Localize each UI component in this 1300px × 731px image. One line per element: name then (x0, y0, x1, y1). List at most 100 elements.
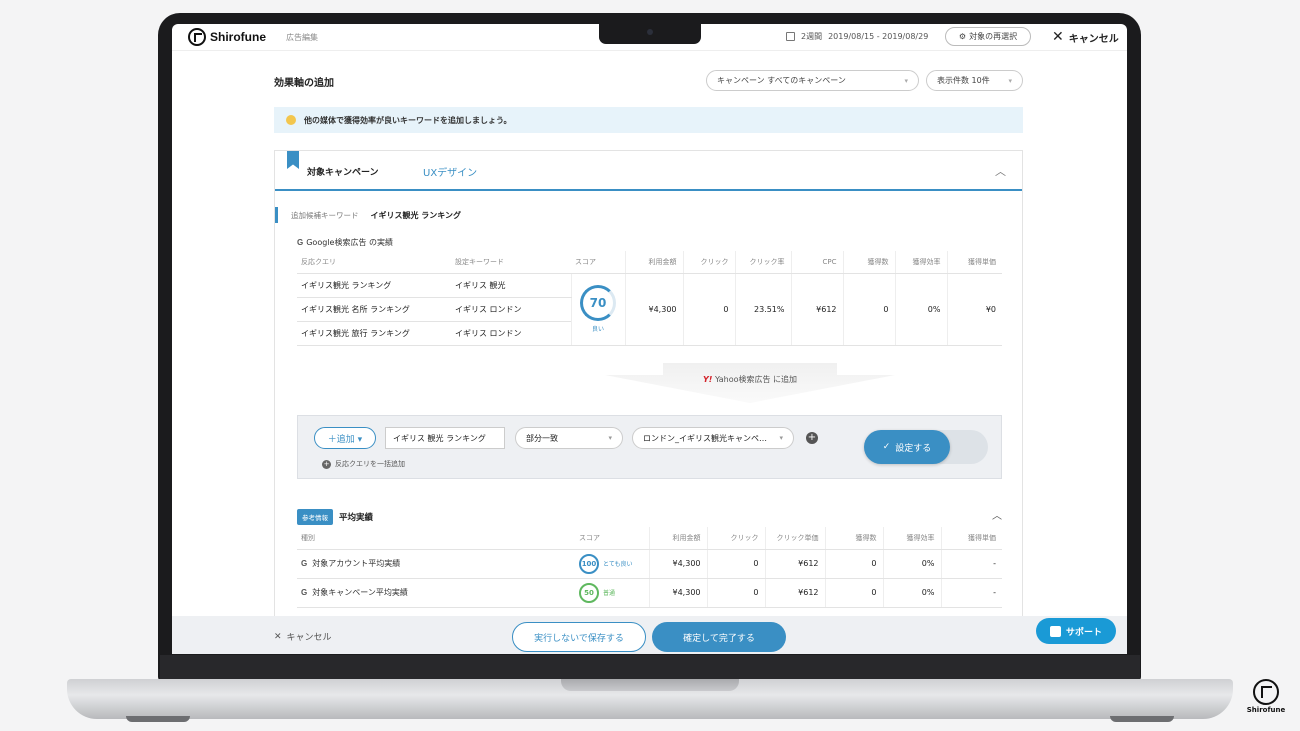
plus-circle-icon: + (322, 459, 331, 469)
app-screen: Shirofune 広告編集 2週間 2019/08/15 - 2019/08/… (172, 24, 1127, 654)
efficiency-cell: 0% (894, 273, 947, 346)
query-cell: イギリス観光 ランキング (297, 273, 451, 298)
footer-cancel-button[interactable]: ✕ キャンセル (274, 630, 332, 644)
campaign-select-value: キャンペーン すべてのキャンペーン (717, 76, 846, 85)
period-label: 2週間 (801, 32, 823, 41)
table-header-row: 種別 スコア 利用金額 クリック クリック単価 獲得数 獲得効率 獲得単価 (297, 527, 1002, 550)
score-cell: 100 とても良い (575, 549, 649, 579)
column-header: 種別 (297, 527, 575, 550)
laptop-opening-notch (561, 679, 739, 691)
header-cancel-button[interactable]: ✕ キャンセル (1052, 29, 1119, 45)
clicks-cell: 0 (706, 549, 765, 579)
reference-title: 平均実績 (339, 513, 374, 523)
count-select-value: 表示件数 10件 (937, 76, 990, 85)
column-header: クリック (706, 527, 765, 550)
column-header: 獲得数 (842, 251, 895, 274)
target-campaign-select-value: ロンドン_イギリス観光キャンペ… (643, 433, 767, 443)
candidate-keyword-value: イギリス観光 ランキング (370, 210, 462, 220)
bulk-add-link[interactable]: + 反応クエリを一括追加 (322, 459, 405, 469)
reselect-target-button[interactable]: ⚙ 対象の再選択 (945, 27, 1031, 46)
chevron-down-icon: ▾ (608, 434, 612, 442)
chevron-down-icon: ▾ (1008, 76, 1012, 85)
target-campaign-select[interactable]: ロンドン_イギリス観光キャンペ… ▾ (632, 427, 794, 449)
efficiency-cell: 0% (882, 549, 941, 579)
close-icon: ✕ (1052, 29, 1064, 45)
bookmark-icon (287, 151, 299, 169)
card-header[interactable]: 対象キャンペーン UXデザイン ︿ (275, 151, 1022, 191)
type-cell: G 対象アカウント平均実績 (297, 549, 575, 579)
calendar-icon (786, 32, 795, 41)
shirofune-logo-icon (188, 28, 206, 46)
add-button[interactable]: ＋追加 ▾ (314, 427, 376, 449)
column-header: スコア (571, 251, 625, 274)
type-name: 対象アカウント平均実績 (312, 559, 401, 568)
column-header: クリック率 (734, 251, 791, 274)
column-header: 獲得単価 (940, 527, 1002, 550)
keyword-cell: イギリス 観光 (451, 273, 571, 298)
set-toggle[interactable]: ✓ 設定する (864, 430, 988, 464)
keyword-input[interactable]: イギリス 観光 ランキング (385, 427, 505, 449)
campaign-select[interactable]: キャンペーン すべてのキャンペーン ▾ (706, 70, 919, 91)
conversions-cell: 0 (824, 549, 883, 579)
close-icon: ✕ (274, 631, 282, 642)
google-table-title: Google検索広告 の実績 (306, 238, 393, 247)
cost-cell: ¥4,300 (624, 273, 683, 346)
date-period[interactable]: 2週間 2019/08/15 - 2019/08/29 (786, 31, 928, 42)
table-header-row: 反応クエリ 設定キーワード スコア 利用金額 クリック クリック率 CPC 獲得… (297, 251, 1002, 274)
cpa-cell: ¥0 (946, 273, 1002, 346)
count-select[interactable]: 表示件数 10件 ▾ (926, 70, 1023, 91)
page-title: 効果軸の追加 (274, 78, 334, 89)
shirofune-logo-icon (1253, 679, 1279, 705)
clicks-cell: 0 (706, 578, 765, 608)
column-header: 利用金額 (648, 527, 707, 550)
set-button-label: 設定する (895, 443, 932, 454)
google-icon: G (297, 238, 304, 247)
score-label: 普通 (603, 590, 616, 597)
support-label: サポート (1065, 627, 1102, 638)
efficiency-cell: 0% (882, 578, 941, 608)
table-row: イギリス観光 ランキング イギリス 観光 70 良い ¥4,300 0 23.5… (297, 273, 1002, 346)
score-badge: 100 (579, 553, 599, 574)
add-row-icon[interactable]: + (806, 432, 818, 444)
transfer-arrow: Y! Yahoo検索広告 に追加 (605, 363, 895, 403)
score-gauge: 70 (580, 285, 616, 321)
column-header: 設定キーワード (451, 251, 571, 274)
lightbulb-icon (286, 115, 296, 125)
column-header: 利用金額 (624, 251, 683, 274)
google-performance-table: 反応クエリ 設定キーワード スコア 利用金額 クリック クリック率 CPC 獲得… (297, 251, 1002, 346)
confirm-complete-button[interactable]: 確定して完了する (652, 622, 786, 652)
target-campaign-value: UXデザイン (423, 168, 478, 179)
keyword-cell: イギリス ロンドン (451, 297, 571, 322)
score-value: 70 (589, 296, 607, 310)
column-header: クリック単価 (764, 527, 825, 550)
conversions-cell: 0 (824, 578, 883, 608)
yahoo-icon: Y! (702, 375, 713, 384)
match-type-select[interactable]: 部分一致 ▾ (515, 427, 623, 449)
support-button[interactable]: サポート (1036, 618, 1116, 644)
score-cell: 70 良い (570, 273, 625, 346)
reselect-label: 対象の再選択 (969, 32, 1018, 41)
table-row: G 対象アカウント平均実績 100 とても良い ¥4,300 0 ¥612 0 0%… (297, 549, 1002, 579)
set-button[interactable]: ✓ 設定する (864, 430, 950, 464)
column-header: 反応クエリ (297, 251, 451, 274)
app-name: Shirofune (210, 30, 266, 44)
transfer-text: Yahoo検索広告 に追加 (714, 375, 798, 384)
chevron-up-icon[interactable]: ︿ (992, 507, 1002, 522)
query-cell: イギリス観光 名所 ランキング (297, 297, 451, 322)
campaign-card: 対象キャンペーン UXデザイン ︿ 追加候補キーワード イギリス観光 ランキング… (274, 150, 1023, 620)
cpc-cell: ¥612 (790, 273, 843, 346)
reference-badge: 参考情報 (297, 509, 333, 525)
laptop-hinge (160, 655, 1140, 679)
average-performance-table: 種別 スコア 利用金額 クリック クリック単価 獲得数 獲得効率 獲得単価 G対… (297, 527, 1002, 608)
column-header: スコア (575, 527, 649, 550)
brand-name: Shirofune (1246, 706, 1286, 714)
cpa-cell: - (940, 578, 1002, 608)
type-cell: G 対象キャンペーン平均実績 (297, 578, 575, 608)
chevron-up-icon[interactable]: ︿ (995, 163, 1006, 179)
save-without-run-button[interactable]: 実行しないで保存する (512, 622, 646, 652)
brand-corner-logo: Shirofune (1246, 679, 1286, 714)
app-logo[interactable]: Shirofune (188, 28, 266, 46)
chevron-down-icon: ▾ (779, 434, 783, 442)
cost-cell: ¥4,300 (648, 549, 707, 579)
cpc-cell: ¥612 (764, 578, 825, 608)
